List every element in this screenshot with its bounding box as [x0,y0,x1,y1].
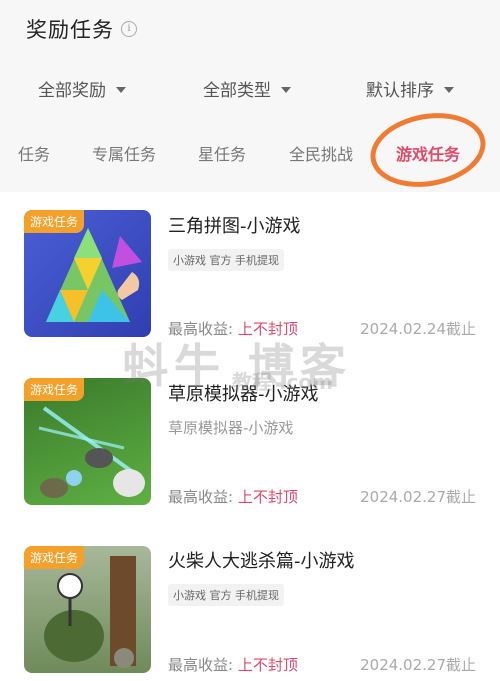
game-tags: 小游戏 官方 手机提现 [168,249,284,271]
tab-challenge[interactable]: 全民挑战 [289,141,353,165]
income-label: 最高收益: [168,488,234,506]
info-icon[interactable]: i [121,21,137,37]
page-title: 奖励任务 [26,18,114,42]
filter-type-dropdown[interactable]: 全部类型 [203,76,291,101]
game-title[interactable]: 三角拼图-小游戏 [168,212,301,238]
deadline: 2024.02.27截止 [360,656,476,674]
game-thumbnail[interactable]: 游戏任务 [24,378,151,505]
tab-star-task[interactable]: 星任务 [198,141,246,165]
deadline: 2024.02.27截止 [360,488,476,506]
sort-dropdown[interactable]: 默认排序 [366,76,454,101]
game-subtitle: 草原模拟器-小游戏 [168,419,294,437]
sort-label: 默认排序 [366,81,434,101]
caret-down-icon [281,86,291,93]
max-income: 最高收益: 上不封顶 [168,654,298,675]
deadline: 2024.02.24截止 [360,320,476,338]
game-task-badge: 游戏任务 [24,210,85,233]
caret-down-icon [444,86,454,93]
tab-exclusive-task[interactable]: 专属任务 [92,141,156,165]
game-tags: 小游戏 官方 手机提现 [168,584,284,606]
filter-reward-dropdown[interactable]: 全部奖励 [38,76,126,101]
income-value: 上不封顶 [237,656,298,674]
game-task-badge: 游戏任务 [24,546,85,569]
income-value: 上不封顶 [237,488,298,506]
filter-reward-label: 全部奖励 [38,81,106,101]
game-thumbnail[interactable]: 游戏任务 [24,546,151,673]
filter-type-label: 全部类型 [203,81,271,101]
caret-down-icon [116,86,126,93]
income-label: 最高收益: [168,656,234,674]
game-thumbnail[interactable]: 游戏任务 [24,210,151,337]
game-title[interactable]: 火柴人大逃杀篇-小游戏 [168,547,355,573]
game-task-badge: 游戏任务 [24,378,85,401]
tab-task[interactable]: 任务 [18,141,50,165]
max-income: 最高收益: 上不封顶 [168,486,298,507]
watermark-sub: 教程 .com [232,370,333,394]
